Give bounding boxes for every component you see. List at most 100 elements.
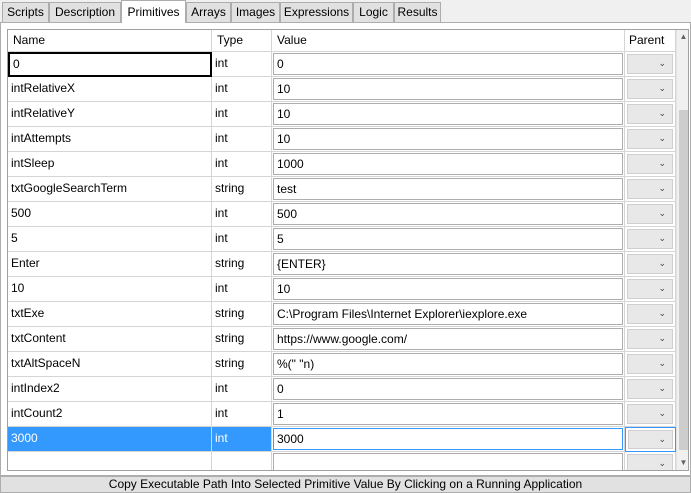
tab-images[interactable]: Images <box>231 2 280 22</box>
value-cell[interactable]: C:\Program Files\Internet Explorer\iexpl… <box>272 302 625 327</box>
parent-combo[interactable]: ⌄ <box>625 77 676 102</box>
tab-arrays[interactable]: Arrays <box>186 2 231 22</box>
value-input[interactable]: 0 <box>273 53 623 75</box>
table-row[interactable]: 3000 int 3000 ⌄ <box>8 427 676 452</box>
value-cell[interactable]: 3000 <box>272 427 625 452</box>
value-input[interactable] <box>273 453 623 470</box>
chevron-down-icon[interactable]: ⌄ <box>627 54 673 74</box>
parent-combo[interactable]: ⌄ <box>625 427 676 452</box>
name-cell[interactable]: txtContent <box>8 327 212 352</box>
parent-combo[interactable]: ⌄ <box>625 302 676 327</box>
table-row[interactable]: txtAltSpaceN string %(" "n) ⌄ <box>8 352 676 377</box>
type-cell[interactable]: int <box>212 427 272 452</box>
name-cell[interactable]: txtExe <box>8 302 212 327</box>
parent-combo[interactable]: ⌄ <box>625 227 676 252</box>
tab-expressions[interactable]: Expressions <box>280 2 353 22</box>
name-cell[interactable]: txtAltSpaceN <box>8 352 212 377</box>
tab-description[interactable]: Description <box>49 2 121 22</box>
name-cell[interactable]: intRelativeX <box>8 77 212 102</box>
chevron-down-icon[interactable]: ⌄ <box>627 104 673 124</box>
value-input[interactable]: 10 <box>273 103 623 125</box>
chevron-down-icon[interactable]: ⌄ <box>627 254 673 274</box>
value-input[interactable]: 1 <box>273 403 623 425</box>
name-cell[interactable] <box>8 452 212 470</box>
name-cell[interactable]: intRelativeY <box>8 102 212 127</box>
table-row[interactable]: intRelativeY int 10 ⌄ <box>8 102 676 127</box>
column-header-value[interactable]: Value <box>272 30 625 52</box>
parent-combo[interactable]: ⌄ <box>625 252 676 277</box>
parent-combo[interactable]: ⌄ <box>625 377 676 402</box>
chevron-down-icon[interactable]: ⌄ <box>627 304 673 324</box>
parent-combo[interactable]: ⌄ <box>625 202 676 227</box>
value-cell[interactable]: 5 <box>272 227 625 252</box>
value-input[interactable]: 0 <box>273 378 623 400</box>
value-cell[interactable]: {ENTER} <box>272 252 625 277</box>
table-row[interactable]: ⌄ <box>8 452 676 470</box>
value-cell[interactable]: 10 <box>272 127 625 152</box>
table-row[interactable]: intSleep int 1000 ⌄ <box>8 152 676 177</box>
parent-combo[interactable]: ⌄ <box>625 52 676 77</box>
type-cell[interactable]: string <box>212 252 272 277</box>
value-cell[interactable]: 1 <box>272 402 625 427</box>
value-input[interactable]: %(" "n) <box>273 353 623 375</box>
name-cell[interactable]: 3000 <box>8 427 212 452</box>
name-cell[interactable]: txtGoogleSearchTerm <box>8 177 212 202</box>
chevron-down-icon[interactable]: ⌄ <box>627 129 673 149</box>
column-header-parent[interactable]: Parent <box>625 30 676 52</box>
type-cell[interactable]: int <box>212 152 272 177</box>
name-cell[interactable]: Enter <box>8 252 212 277</box>
chevron-down-icon[interactable]: ⌄ <box>627 204 673 224</box>
chevron-down-icon[interactable]: ⌄ <box>627 379 673 399</box>
tab-logic[interactable]: Logic <box>353 2 394 22</box>
type-cell[interactable]: int <box>212 127 272 152</box>
table-row[interactable]: txtExe string C:\Program Files\Internet Ex… <box>8 302 676 327</box>
vertical-scrollbar[interactable]: ▲ ▼ <box>676 30 688 470</box>
table-row[interactable]: intIndex2 int 0 ⌄ <box>8 377 676 402</box>
type-cell[interactable]: int <box>212 202 272 227</box>
name-cell[interactable]: intAttempts <box>8 127 212 152</box>
name-cell[interactable]: 500 <box>8 202 212 227</box>
value-input[interactable]: 1000 <box>273 153 623 175</box>
table-row[interactable]: txtContent string https://www.google.com/⌄ <box>8 327 676 352</box>
parent-combo[interactable]: ⌄ <box>625 327 676 352</box>
chevron-down-icon[interactable]: ⌄ <box>627 229 673 249</box>
tab-scripts[interactable]: Scripts <box>2 2 49 22</box>
column-header-name[interactable]: Name <box>8 30 212 52</box>
value-cell[interactable]: 10 <box>272 77 625 102</box>
type-cell[interactable]: string <box>212 302 272 327</box>
value-cell[interactable]: %(" "n) <box>272 352 625 377</box>
arrow-up-icon[interactable]: ▲ <box>677 30 688 44</box>
type-cell[interactable]: string <box>212 352 272 377</box>
value-input[interactable]: 10 <box>273 128 623 150</box>
parent-combo[interactable]: ⌄ <box>625 452 676 470</box>
value-cell[interactable]: 0 <box>272 377 625 402</box>
type-cell[interactable]: int <box>212 227 272 252</box>
value-cell[interactable]: 10 <box>272 277 625 302</box>
parent-combo[interactable]: ⌄ <box>625 152 676 177</box>
table-row[interactable]: 10 int 10 ⌄ <box>8 277 676 302</box>
value-cell[interactable] <box>272 452 625 470</box>
chevron-down-icon[interactable]: ⌄ <box>627 179 673 199</box>
name-cell[interactable]: intSleep <box>8 152 212 177</box>
value-input[interactable]: 500 <box>273 203 623 225</box>
value-cell[interactable]: test <box>272 177 625 202</box>
type-cell[interactable]: string <box>212 327 272 352</box>
table-row[interactable]: intCount2 int 1 ⌄ <box>8 402 676 427</box>
type-cell[interactable]: int <box>212 377 272 402</box>
table-row[interactable]: txtGoogleSearchTerm string test ⌄ <box>8 177 676 202</box>
type-cell[interactable]: int <box>212 52 272 77</box>
arrow-down-icon[interactable]: ▼ <box>677 456 688 470</box>
table-row[interactable]: intRelativeX int 10 ⌄ <box>8 77 676 102</box>
parent-combo[interactable]: ⌄ <box>625 102 676 127</box>
parent-combo[interactable]: ⌄ <box>625 177 676 202</box>
chevron-down-icon[interactable]: ⌄ <box>627 404 673 424</box>
type-cell[interactable]: string <box>212 177 272 202</box>
value-cell[interactable]: https://www.google.com/ <box>272 327 625 352</box>
chevron-down-icon[interactable]: ⌄ <box>627 279 673 299</box>
type-cell[interactable]: int <box>212 102 272 127</box>
chevron-down-icon[interactable]: ⌄ <box>628 430 673 449</box>
name-cell[interactable]: intCount2 <box>8 402 212 427</box>
table-row[interactable]: Enter string {ENTER} ⌄ <box>8 252 676 277</box>
value-input[interactable]: test <box>273 178 623 200</box>
value-input[interactable]: 3000 <box>273 428 623 450</box>
